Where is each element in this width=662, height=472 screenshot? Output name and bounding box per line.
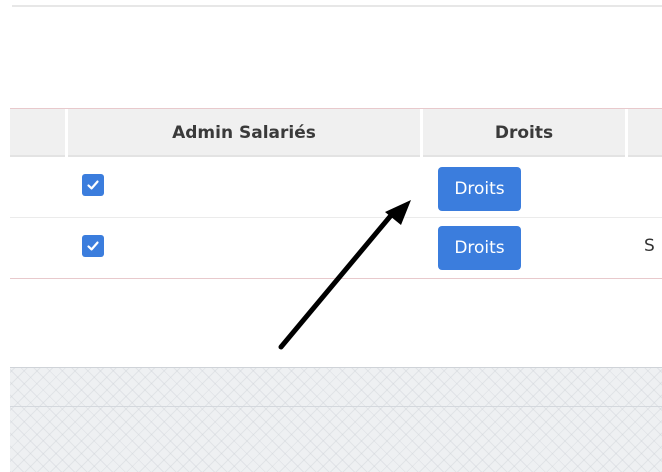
footer-top-border (10, 367, 662, 368)
droits-button[interactable]: Droits (438, 167, 521, 211)
droits-button[interactable]: Droits (438, 226, 521, 270)
checkmark-icon (87, 180, 99, 190)
table-row: Droits (10, 159, 662, 217)
table-row: Droits S (10, 218, 662, 276)
footer-divider (10, 406, 662, 407)
column-header-droits[interactable]: Droits (423, 109, 625, 157)
admin-salaries-checkbox[interactable] (82, 235, 104, 257)
permissions-table: Admin Salariés Droits Droits Droits S (10, 108, 662, 280)
next-column-cell: S (644, 236, 655, 256)
table-bottom-border (10, 278, 662, 279)
page-footer-background (10, 367, 662, 472)
column-header-admin-salaries[interactable]: Admin Salariés (68, 109, 420, 157)
admin-salaries-checkbox[interactable] (82, 174, 104, 196)
checkmark-icon (87, 241, 99, 251)
table-header-row: Admin Salariés Droits (10, 109, 662, 157)
column-header-previous (10, 109, 65, 157)
column-header-next (628, 109, 662, 157)
top-divider (12, 5, 662, 7)
